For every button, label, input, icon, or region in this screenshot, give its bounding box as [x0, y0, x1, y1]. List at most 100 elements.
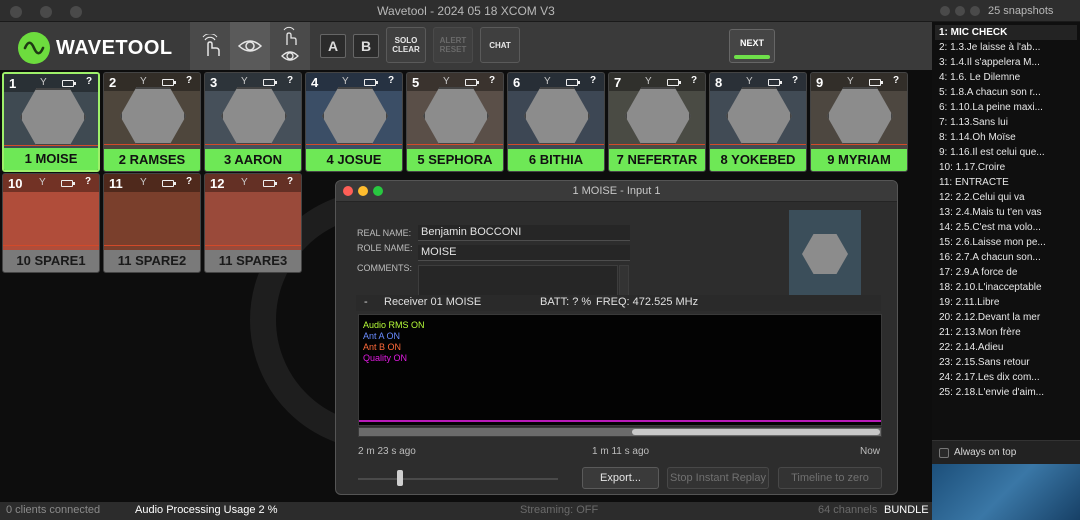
real-name-field[interactable]: Benjamin BOCCONI [418, 225, 630, 241]
antenna-icon: Y [241, 177, 248, 188]
replay-slider-track[interactable] [358, 478, 558, 480]
signal-graph: Audio RMS ON Ant A ON Ant B ON Quality O… [358, 314, 882, 426]
snapshot-item[interactable]: 25: 2.18.L'envie d'aim... [935, 385, 1077, 400]
snapshot-item[interactable]: 15: 2.6.Laisse mon pe... [935, 235, 1077, 250]
time-label-mid: 1 m 11 s ago [592, 446, 650, 457]
channel-tile[interactable]: 12 Y? 11 SPARE3 [204, 173, 302, 273]
battery-icon [62, 80, 76, 87]
legend-audio-rms[interactable]: Audio RMS ON [363, 320, 425, 330]
next-indicator-bar [734, 55, 770, 59]
snapshots-minimize-button[interactable] [955, 6, 965, 16]
snapshot-item[interactable]: 10: 1.17.Croire [935, 160, 1077, 175]
always-on-top-checkbox[interactable] [939, 448, 949, 458]
collapse-toggle[interactable]: - [364, 296, 368, 308]
snapshot-item[interactable]: 24: 2.17.Les dix com... [935, 370, 1077, 385]
hand-eye-mode-button[interactable] [270, 22, 310, 70]
battery-icon [263, 180, 277, 187]
timeline-scrollbar[interactable] [358, 427, 882, 437]
real-name-label: REAL NAME: [357, 228, 412, 238]
quality-unknown-icon: ? [691, 75, 698, 86]
channel-tile[interactable]: 4 Y? 4 JOSUE [305, 72, 403, 172]
channel-tile[interactable]: 11 Y? 11 SPARE2 [103, 173, 201, 273]
channel-tile[interactable]: 7 Y? 7 NEFERTAR [608, 72, 706, 172]
snapshot-item[interactable]: 12: 2.2.Celui qui va [935, 190, 1077, 205]
hand-tap-mode-button[interactable] [190, 22, 230, 70]
snapshot-item[interactable]: 16: 2.7.A chacun son... [935, 250, 1077, 265]
snapshot-item[interactable]: 18: 2.10.L'inacceptable [935, 280, 1077, 295]
antenna-icon: Y [140, 76, 147, 87]
legend-ant-b[interactable]: Ant B ON [363, 342, 401, 352]
comments-scrollbar[interactable] [619, 265, 629, 299]
channel-tile[interactable]: 9 Y? 9 MYRIAM [810, 72, 908, 172]
channel-name-label: 6 BITHIA [508, 149, 604, 171]
antenna-icon: Y [746, 76, 753, 87]
channel-tile[interactable]: 5 Y? 5 SEPHORA [406, 72, 504, 172]
snapshot-item[interactable]: 13: 2.4.Mais tu t'en vas [935, 205, 1077, 220]
snapshot-item[interactable]: 7: 1.13.Sans lui [935, 115, 1077, 130]
channel-tile[interactable]: 2 Y? 2 RAMSES [103, 72, 201, 172]
level-line [3, 245, 99, 246]
eye-icon [238, 40, 262, 52]
battery-icon [768, 79, 782, 86]
channel-number: 11 [109, 176, 123, 191]
comments-textarea[interactable] [418, 265, 618, 299]
antenna-icon: Y [39, 177, 46, 188]
b-button[interactable]: B [353, 34, 379, 58]
replay-slider-knob[interactable] [397, 470, 403, 486]
channel-tile[interactable]: 10 Y? 10 SPARE1 [2, 173, 100, 273]
snapshot-item[interactable]: 21: 2.13.Mon frère [935, 325, 1077, 340]
timeline-scroll-thumb[interactable] [632, 429, 880, 435]
time-label-now: Now [860, 446, 881, 457]
bundle-label: BUNDLE [884, 504, 929, 516]
snapshot-item[interactable]: 3: 1.4.Il s'appelera M... [935, 55, 1077, 70]
snapshot-item[interactable]: 14: 2.5.C'est ma volo... [935, 220, 1077, 235]
export-button[interactable]: Export... [582, 467, 659, 489]
chat-button[interactable]: CHAT [480, 27, 520, 63]
legend-quality[interactable]: Quality ON [363, 353, 407, 363]
snapshots-close-button[interactable] [940, 6, 950, 16]
snapshots-zoom-button[interactable] [970, 6, 980, 16]
channel-tile[interactable]: 3 Y? 3 AARON [204, 72, 302, 172]
snapshot-item[interactable]: 22: 2.14.Adieu [935, 340, 1077, 355]
snapshot-item[interactable]: 1: MIC CHECK [935, 25, 1077, 40]
channel-number: 9 [816, 75, 824, 90]
snapshot-item[interactable]: 11: ENTRACTE [935, 175, 1077, 190]
snapshot-item[interactable]: 17: 2.9.A force de [935, 265, 1077, 280]
a-button[interactable]: A [320, 34, 346, 58]
solo-clear-button[interactable]: SOLO CLEAR [386, 27, 426, 63]
snapshot-item[interactable]: 8: 1.14.Oh Moïse [935, 130, 1077, 145]
eye-mode-button[interactable] [230, 22, 270, 70]
channel-name-label: 11 SPARE2 [104, 250, 200, 272]
receiver-bar: - Receiver 01 MOISE BATT: ? % FREQ: 472.… [356, 295, 881, 311]
antenna-icon: Y [241, 76, 248, 87]
channel-tile[interactable]: 6 Y? 6 BITHIA [507, 72, 605, 172]
snapshots-footer: Always on top [932, 440, 1080, 464]
snapshot-item[interactable]: 20: 2.12.Devant la mer [935, 310, 1077, 325]
channel-name-label: 8 YOKEBED [710, 149, 806, 171]
snapshot-item[interactable]: 4: 1.6. Le Dilemne [935, 70, 1077, 85]
channel-name-label: 5 SEPHORA [407, 149, 503, 171]
snapshot-item[interactable]: 2: 1.3.Je laisse à l'ab... [935, 40, 1077, 55]
timeline-to-zero-button[interactable]: Timeline to zero [778, 467, 882, 489]
channel-name-label: 4 JOSUE [306, 149, 402, 171]
channel-tile[interactable]: 1 Y? 1 MOISE [2, 72, 100, 172]
level-line [407, 144, 503, 145]
quality-unknown-icon: ? [287, 75, 294, 86]
antenna-icon: Y [544, 76, 551, 87]
next-snapshot-button[interactable]: NEXT [729, 29, 775, 63]
snapshot-item[interactable]: 9: 1.16.Il est celui que... [935, 145, 1077, 160]
snapshot-item[interactable]: 19: 2.11.Libre [935, 295, 1077, 310]
snapshot-item[interactable]: 6: 1.10.La peine maxi... [935, 100, 1077, 115]
level-line [104, 245, 200, 246]
battery-icon [61, 180, 75, 187]
channel-tile[interactable]: 8 Y? 8 YOKEBED [709, 72, 807, 172]
alert-reset-button[interactable]: ALERT RESET [433, 27, 473, 63]
snapshot-item[interactable]: 23: 2.15.Sans retour [935, 355, 1077, 370]
role-name-field[interactable]: MOISE [418, 245, 630, 261]
snapshot-item[interactable]: 5: 1.8.A chacun son r... [935, 85, 1077, 100]
channel-name-label: 3 AARON [205, 149, 301, 171]
legend-ant-a[interactable]: Ant A ON [363, 331, 400, 341]
stop-instant-replay-button[interactable]: Stop Instant Replay [667, 467, 769, 489]
channel-name-label: 7 NEFERTAR [609, 149, 705, 171]
battery-icon [364, 79, 378, 86]
